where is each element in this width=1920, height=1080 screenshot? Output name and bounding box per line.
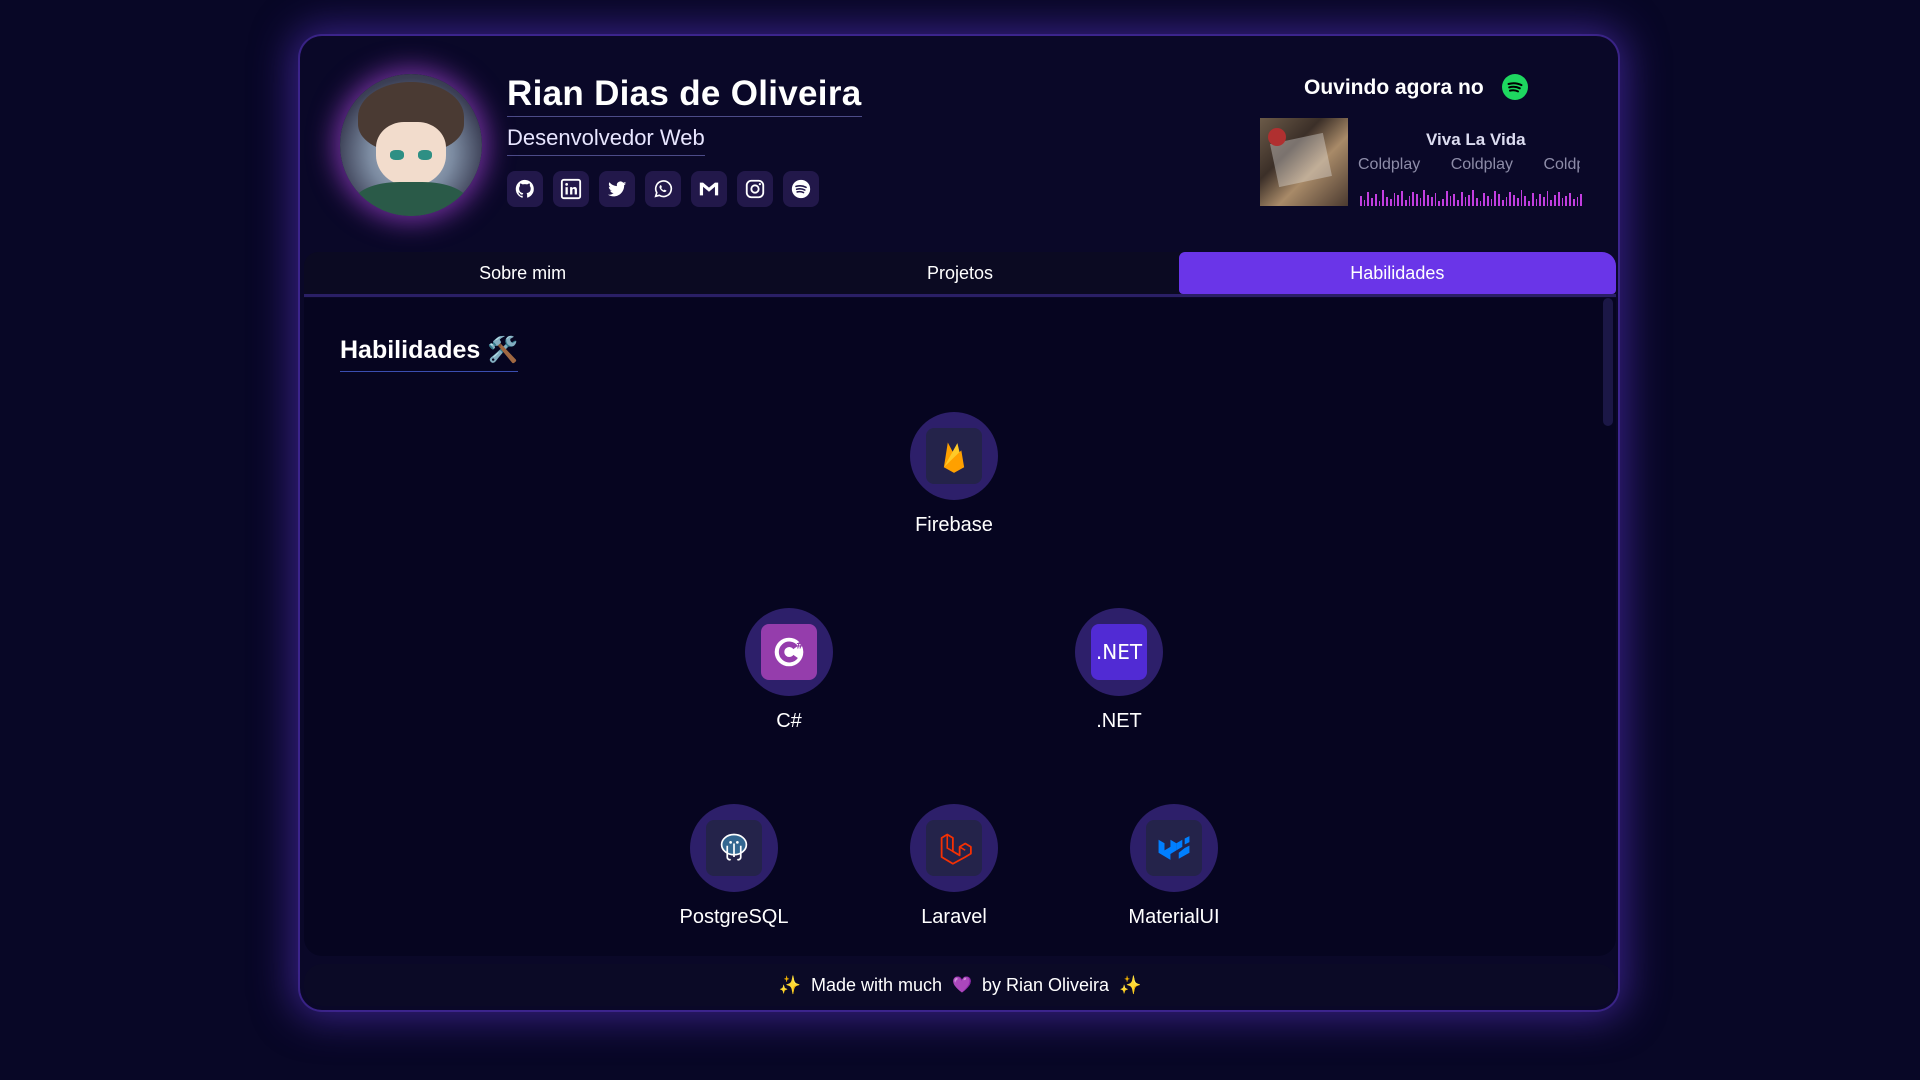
song-title: Viva La Vida	[1426, 130, 1526, 149]
audio-waveform	[1360, 184, 1582, 206]
skill-csharp[interactable]: # C#	[699, 608, 879, 733]
footer-text-before: Made with much	[810, 974, 943, 995]
whatsapp-icon[interactable]	[645, 171, 681, 207]
firebase-icon	[926, 428, 982, 484]
spotify-now-playing: Ouvindo agora no Viva La Vida Coldplay C…	[1260, 74, 1600, 214]
artist-name: Coldplay	[1358, 156, 1421, 173]
artist-name-repeat-partial: Coldp	[1543, 156, 1580, 173]
skill-label: C#	[776, 710, 802, 732]
skill-firebase[interactable]: Firebase	[864, 412, 1044, 537]
album-cover	[1260, 118, 1348, 206]
skill-label: Firebase	[915, 514, 993, 536]
postgresql-icon	[706, 820, 762, 876]
twitter-icon[interactable]	[599, 171, 635, 207]
footer-text-after: by Rian Oliveira	[981, 974, 1110, 995]
spotify-logo-icon	[1502, 74, 1528, 100]
instagram-icon[interactable]	[737, 171, 773, 207]
skill-materialui[interactable]: MaterialUI	[1084, 804, 1264, 929]
skill-dotnet[interactable]: .NET .NET	[1029, 608, 1209, 733]
linkedin-icon[interactable]	[553, 171, 589, 207]
skill-label: .NET	[1096, 710, 1142, 732]
materialui-icon	[1146, 820, 1202, 876]
tab-projetos[interactable]: Projetos	[741, 252, 1178, 294]
skill-postgresql[interactable]: PostgreSQL	[644, 804, 824, 929]
sparkle-icon: ✨	[778, 974, 801, 995]
tools-icon: 🛠️	[487, 336, 519, 364]
gmail-icon[interactable]	[691, 171, 727, 207]
skill-label: Laravel	[921, 906, 987, 928]
skill-laravel[interactable]: Laravel	[864, 804, 1044, 929]
dotnet-icon: .NET	[1091, 624, 1147, 680]
svg-text:.NET: .NET	[1096, 640, 1143, 664]
section-title-text: Habilidades	[340, 336, 481, 364]
skill-label: PostgreSQL	[679, 906, 789, 928]
social-links	[507, 171, 819, 207]
sparkle-icon: ✨	[1119, 974, 1142, 995]
svg-text:#: #	[796, 641, 804, 652]
scrollbar[interactable]	[1603, 298, 1613, 426]
section-title: Habilidades 🛠️	[340, 336, 519, 372]
laravel-icon	[926, 820, 982, 876]
profile-role: Desenvolvedor Web	[507, 125, 705, 156]
avatar	[340, 74, 482, 216]
tab-sobre-mim[interactable]: Sobre mim	[304, 252, 741, 294]
github-icon[interactable]	[507, 171, 543, 207]
footer: ✨ Made with much 💜 by Rian Oliveira ✨	[304, 964, 1616, 1006]
tab-habilidades[interactable]: Habilidades	[1178, 252, 1616, 294]
skill-label: MaterialUI	[1128, 906, 1220, 928]
song-artist-marquee: Coldplay Coldplay Coldp	[1358, 156, 1580, 174]
csharp-icon: #	[761, 624, 817, 680]
spotify-icon[interactable]	[783, 171, 819, 207]
artist-name-repeat: Coldplay	[1450, 156, 1513, 173]
heart-icon: 💜	[952, 977, 972, 994]
profile-name: Rian Dias de Oliveira	[507, 74, 862, 117]
now-playing-heading: Ouvindo agora no	[1304, 76, 1484, 99]
tab-bar: Sobre mim Projetos Habilidades	[304, 252, 1616, 297]
